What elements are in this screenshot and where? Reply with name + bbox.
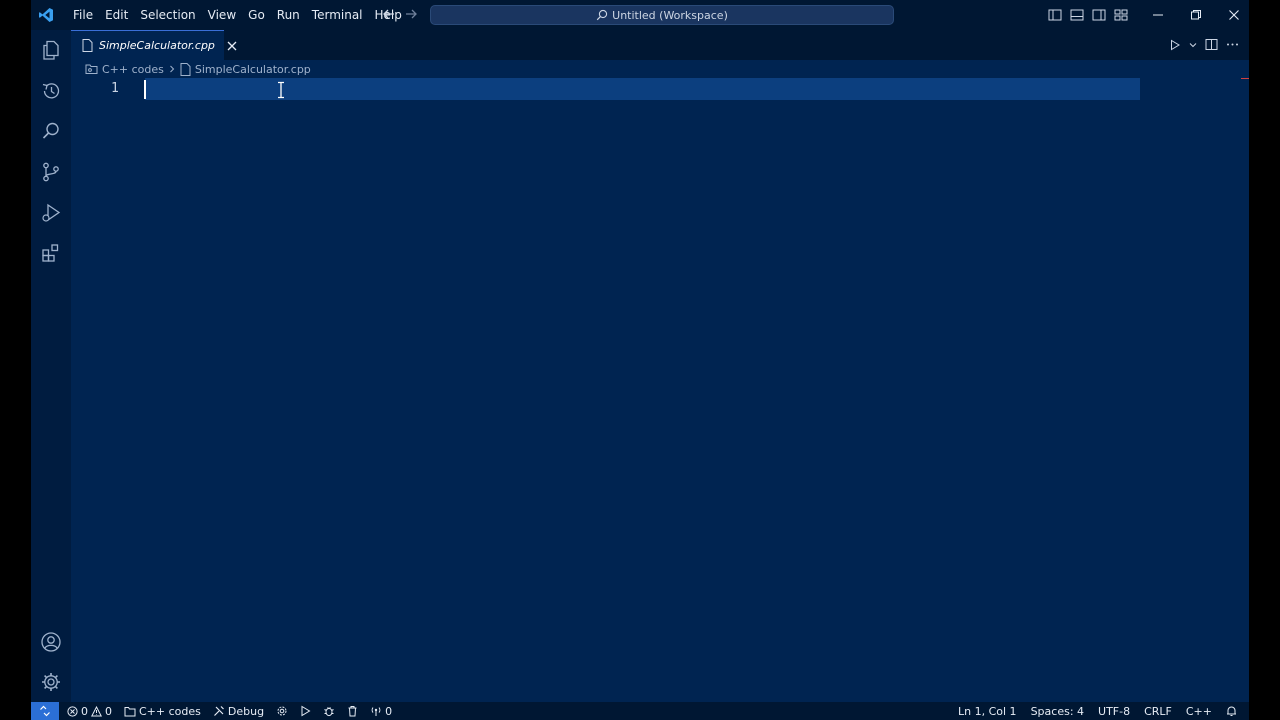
menu-selection[interactable]: Selection: [134, 4, 201, 26]
vscode-window: File Edit Selection View Go Run Terminal…: [31, 0, 1249, 720]
broadcast-icon: [370, 705, 382, 717]
warning-count: 0: [105, 704, 112, 718]
error-icon: [67, 705, 78, 717]
folder-icon: [85, 63, 98, 75]
build-gear-icon[interactable]: [276, 705, 288, 717]
warning-icon: [91, 705, 102, 717]
menu-edit[interactable]: Edit: [99, 4, 134, 26]
title-bar: File Edit Selection View Go Run Terminal…: [31, 0, 1249, 30]
extensions-icon[interactable]: [39, 241, 63, 265]
command-center-search[interactable]: Untitled (Workspace): [430, 5, 894, 25]
close-window-icon[interactable]: [1215, 0, 1249, 30]
overview-ruler-mark: [1241, 78, 1249, 79]
ports-indicator[interactable]: 0: [370, 705, 392, 718]
workspace-folder-label: C++ codes: [139, 704, 201, 718]
code-editor[interactable]: 1: [71, 78, 1249, 702]
menu-file[interactable]: File: [67, 4, 99, 26]
workspace-folder-indicator[interactable]: C++ codes: [124, 705, 201, 718]
ibeam-cursor-icon: [276, 81, 286, 99]
toggle-secondary-sidebar-icon[interactable]: [1091, 7, 1107, 23]
tab-simplecalculator[interactable]: SimpleCalculator.cpp: [71, 30, 237, 60]
accounts-icon[interactable]: [39, 630, 63, 654]
chevron-down-icon[interactable]: [1189, 41, 1197, 49]
close-icon[interactable]: [227, 40, 237, 52]
timeline-history-icon[interactable]: [39, 79, 63, 103]
text-cursor: [144, 80, 146, 99]
split-editor-icon[interactable]: [1205, 38, 1218, 51]
toggle-panel-icon[interactable]: [1069, 7, 1085, 23]
run-play-icon[interactable]: [300, 705, 311, 717]
trash-icon[interactable]: [347, 705, 358, 717]
remote-indicator-icon[interactable]: [31, 702, 59, 720]
breadcrumb: C++ codes SimpleCalculator.cpp: [85, 61, 311, 77]
menu-run[interactable]: Run: [271, 4, 306, 26]
back-arrow-icon[interactable]: [381, 6, 397, 22]
run-file-icon[interactable]: [1169, 39, 1181, 51]
more-actions-icon[interactable]: [1226, 38, 1239, 51]
source-control-icon[interactable]: [39, 160, 63, 184]
activity-bar: [31, 30, 71, 702]
breadcrumb-folder[interactable]: C++ codes: [102, 63, 164, 76]
forward-arrow-icon[interactable]: [403, 6, 419, 22]
problems-indicator[interactable]: 0 0: [67, 705, 112, 718]
menu-bar: File Edit Selection View Go Run Terminal…: [67, 0, 408, 30]
customize-layout-icon[interactable]: [1113, 7, 1129, 23]
debug-bug-icon[interactable]: [323, 705, 335, 717]
toggle-primary-sidebar-icon[interactable]: [1047, 7, 1063, 23]
chevron-right-icon: [168, 65, 176, 73]
folder-icon: [124, 706, 136, 717]
ports-count: 0: [385, 704, 393, 718]
breadcrumb-file[interactable]: SimpleCalculator.cpp: [195, 63, 311, 76]
line-ending[interactable]: CRLF: [1144, 705, 1172, 718]
menu-view[interactable]: View: [202, 4, 242, 26]
notifications-bell-icon[interactable]: [1226, 705, 1237, 717]
settings-gear-icon[interactable]: [39, 670, 63, 694]
run-and-debug-icon[interactable]: [39, 201, 63, 225]
vscode-logo-icon: [38, 7, 54, 23]
menu-go[interactable]: Go: [242, 4, 271, 26]
tools-icon: [213, 705, 225, 717]
cursor-position[interactable]: Ln 1, Col 1: [958, 705, 1017, 718]
line-number: 1: [111, 81, 119, 96]
command-center-label: Untitled (Workspace): [612, 8, 728, 22]
minimize-icon[interactable]: [1139, 0, 1177, 30]
menu-terminal[interactable]: Terminal: [306, 4, 369, 26]
build-config-label: Debug: [227, 704, 265, 718]
indentation-setting[interactable]: Spaces: 4: [1031, 705, 1084, 718]
explorer-icon[interactable]: [39, 38, 63, 62]
tab-label: SimpleCalculator.cpp: [99, 39, 215, 52]
file-encoding[interactable]: UTF-8: [1098, 705, 1130, 718]
editor-tab-bar: SimpleCalculator.cpp: [71, 30, 1249, 60]
status-bar: 0 0 C++ codes Debug 0 Ln 1, Col 1 Spaces…: [31, 702, 1249, 720]
search-icon: [596, 9, 608, 21]
file-icon: [82, 39, 93, 52]
restore-icon[interactable]: [1177, 0, 1215, 30]
error-count: 0: [81, 704, 88, 718]
language-mode[interactable]: C++: [1186, 705, 1212, 718]
build-config-indicator[interactable]: Debug: [213, 705, 264, 718]
current-line-highlight: [145, 78, 1140, 100]
file-icon: [180, 62, 191, 76]
search-icon[interactable]: [39, 119, 63, 143]
